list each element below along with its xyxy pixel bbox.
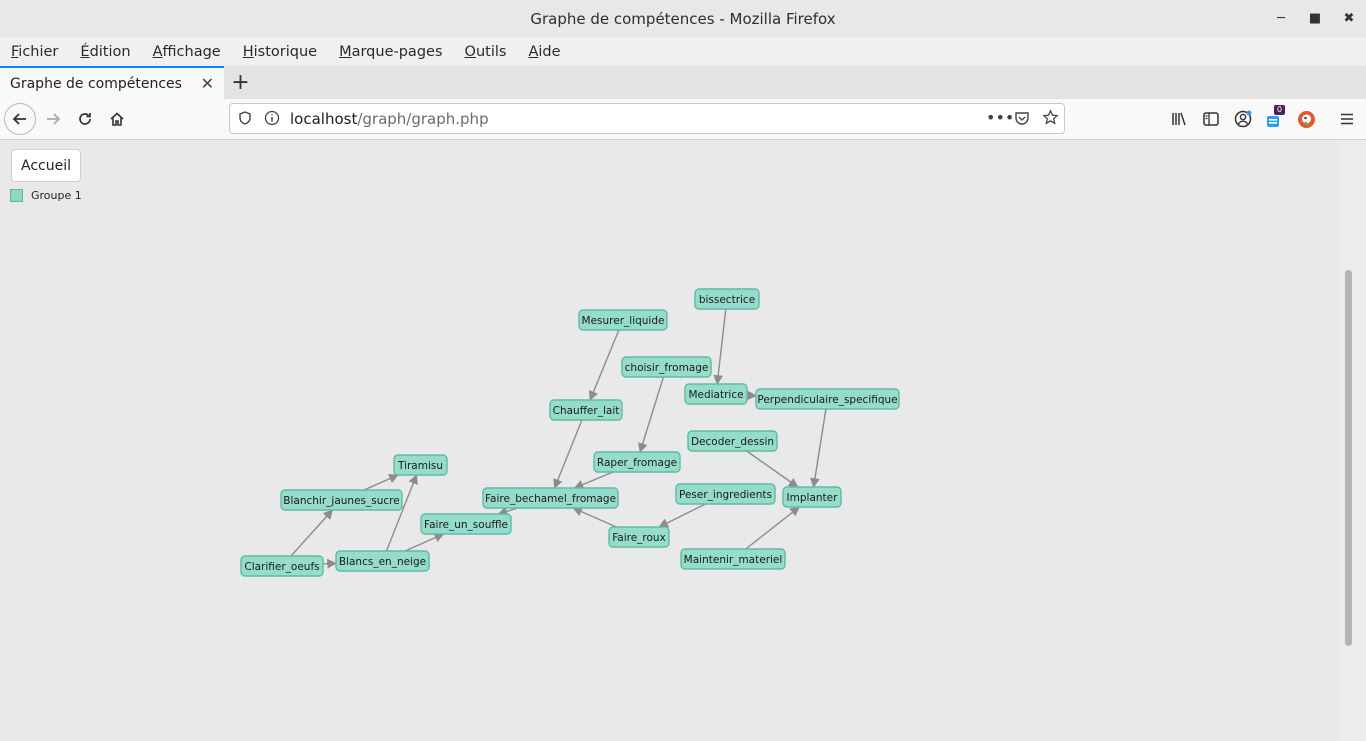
url-bar[interactable]: localhost/graph/graph.php •••	[229, 103, 1065, 134]
graph-node-label: Clarifier_oeufs	[244, 561, 319, 573]
bookmark-star-icon[interactable]	[1042, 109, 1059, 130]
graph-node-label: Chauffer_lait	[553, 405, 620, 417]
minimize-icon[interactable]: ─	[1264, 0, 1298, 37]
graph-node-label: Raper_fromage	[597, 457, 677, 469]
menu-fichier[interactable]: Fichier	[0, 44, 69, 60]
pocket-icon[interactable]	[1014, 110, 1030, 130]
window-titlebar: Graphe de compétences - Mozilla Firefox …	[0, 0, 1366, 38]
tab-graphe[interactable]: Graphe de compétences ✕	[0, 66, 224, 99]
graph-node-label: Blancs_en_neige	[339, 556, 426, 568]
sidebar-icon[interactable]	[1196, 104, 1226, 134]
tracking-shield-icon[interactable]	[237, 110, 253, 130]
close-window-icon[interactable]: ✖	[1332, 0, 1366, 37]
home-icon[interactable]	[102, 104, 132, 134]
graph-node-bissectrice[interactable]: bissectrice	[694, 288, 760, 310]
graph-node-chauffer[interactable]: Chauffer_lait	[549, 399, 623, 421]
accueil-button[interactable]: Accueil	[11, 149, 81, 182]
menu-bar: Fichier Édition Affichage Historique Mar…	[0, 37, 1366, 66]
navigation-bar: localhost/graph/graph.php ••• 0	[0, 99, 1366, 140]
graph-node-label: Blanchir_jaunes_sucre	[283, 495, 399, 507]
legend: Groupe 1	[10, 189, 82, 202]
graph-node-label: Perpendiculaire_specifique	[757, 394, 897, 406]
graph-node-raper[interactable]: Raper_fromage	[593, 451, 681, 473]
graph-node-peser[interactable]: Peser_ingredients	[675, 483, 776, 505]
legend-swatch	[10, 189, 23, 202]
menu-outils[interactable]: Outils	[454, 44, 518, 60]
graph-node-clarifier[interactable]: Clarifier_oeufs	[240, 555, 324, 577]
scrollbar-thumb[interactable]	[1345, 270, 1352, 646]
graph-node-label: Maintenir_materiel	[684, 554, 783, 566]
menu-affichage[interactable]: Affichage	[142, 44, 232, 60]
graph-node-perp[interactable]: Perpendiculaire_specifique	[755, 388, 900, 410]
page-content	[0, 140, 1341, 741]
site-info-icon[interactable]	[264, 110, 280, 130]
graph-node-label: Faire_un_souffle	[424, 519, 508, 531]
graph-node-maintenir[interactable]: Maintenir_materiel	[680, 548, 786, 570]
graph-node-tiramisu[interactable]: Tiramisu	[393, 454, 448, 476]
menu-aide[interactable]: Aide	[517, 44, 571, 60]
notifications-badge: 0	[1274, 105, 1286, 115]
graph-node-bechamel[interactable]: Faire_bechamel_fromage	[482, 487, 619, 509]
duckduckgo-icon[interactable]	[1291, 104, 1321, 134]
close-tab-icon[interactable]: ✕	[201, 74, 214, 93]
back-icon[interactable]	[4, 103, 36, 135]
menu-historique[interactable]: Historique	[232, 44, 328, 60]
graph-node-choisir[interactable]: choisir_fromage	[621, 356, 712, 378]
graph-node-label: Mesurer_liquide	[582, 315, 665, 327]
account-icon[interactable]	[1228, 104, 1258, 134]
graph-node-label: Faire_roux	[612, 532, 666, 544]
window-title: Graphe de compétences - Mozilla Firefox	[530, 9, 836, 28]
graph-node-label: Peser_ingredients	[679, 489, 772, 501]
graph-node-mesurer[interactable]: Mesurer_liquide	[578, 309, 668, 331]
graph-node-label: bissectrice	[699, 294, 755, 306]
graph-node-mediatrice[interactable]: Mediatrice	[684, 383, 748, 405]
graph-node-label: Implanter	[787, 492, 839, 504]
graph-node-blanchir[interactable]: Blanchir_jaunes_sucre	[280, 489, 403, 511]
graph-node-souffle[interactable]: Faire_un_souffle	[420, 513, 512, 535]
graph-node-label: Decoder_dessin	[691, 436, 774, 448]
graph-node-label: Faire_bechamel_fromage	[485, 493, 616, 505]
tab-strip: Graphe de compétences ✕ +	[0, 66, 1366, 99]
page-actions-icon[interactable]: •••	[986, 108, 1014, 127]
graph-node-blancs[interactable]: Blancs_en_neige	[335, 550, 430, 572]
hamburger-menu-icon[interactable]	[1332, 104, 1362, 134]
graph-node-implanter[interactable]: Implanter	[782, 486, 842, 508]
forward-icon[interactable]	[38, 104, 68, 134]
graph-node-roux[interactable]: Faire_roux	[608, 526, 670, 548]
url-text[interactable]: localhost/graph/graph.php	[290, 110, 489, 128]
graph-node-label: Tiramisu	[397, 460, 443, 472]
menu-marque-pages[interactable]: Marque-pages	[328, 44, 453, 60]
window-controls: ─ ■ ✖	[1264, 0, 1366, 37]
graph-node-decoder[interactable]: Decoder_dessin	[687, 430, 778, 452]
notifications-extension-icon[interactable]: 0	[1260, 104, 1290, 134]
maximize-icon[interactable]: ■	[1298, 0, 1332, 37]
graph-node-label: choisir_fromage	[625, 362, 709, 374]
graph-node-label: Mediatrice	[688, 389, 743, 401]
library-icon[interactable]	[1164, 104, 1194, 134]
legend-label: Groupe 1	[31, 189, 82, 202]
menu-edition[interactable]: Édition	[69, 44, 141, 60]
reload-icon[interactable]	[70, 104, 100, 134]
tab-title: Graphe de compétences	[10, 75, 182, 92]
new-tab-icon[interactable]: +	[224, 66, 257, 99]
